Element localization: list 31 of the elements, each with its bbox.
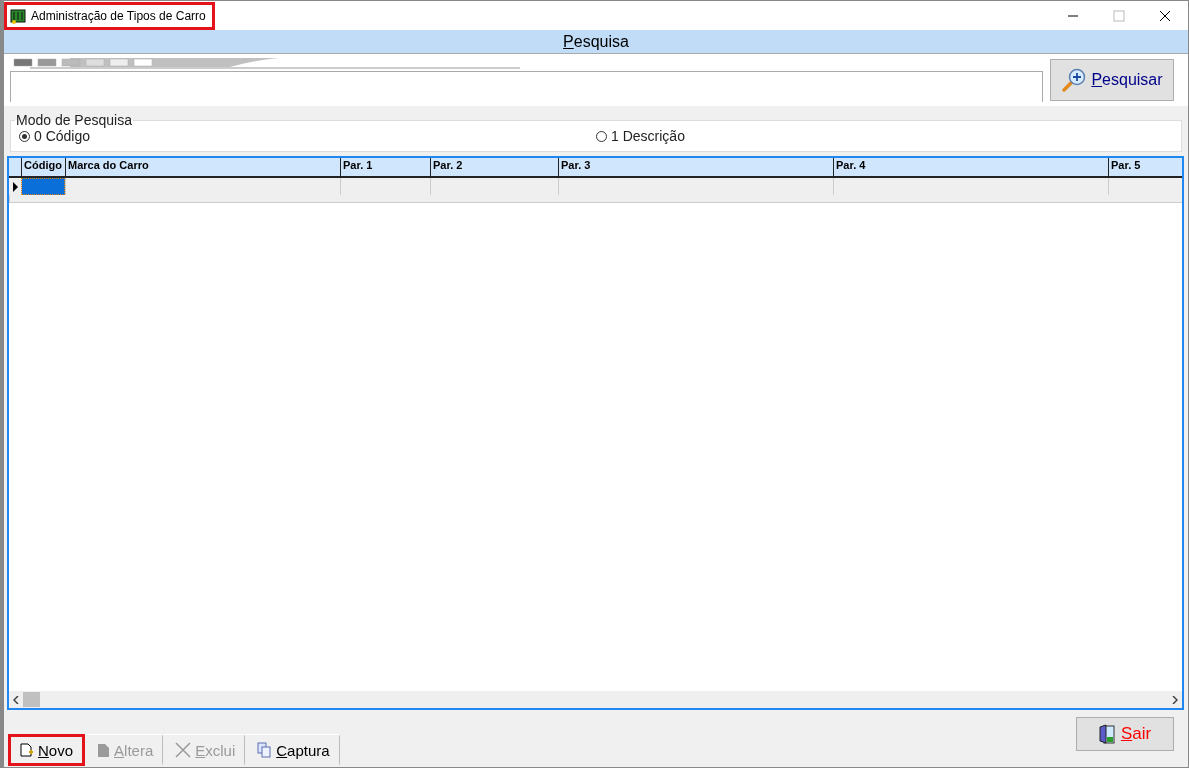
search-icon bbox=[1061, 67, 1088, 93]
radio-option[interactable]: 0 Código bbox=[19, 128, 596, 144]
radio-option[interactable]: 1 Descrição bbox=[596, 128, 1173, 144]
horizontal-scrollbar[interactable] bbox=[9, 691, 1182, 708]
column-header[interactable]: Par. 5 bbox=[1108, 158, 1182, 176]
toolbar-button[interactable]: Novo bbox=[8, 734, 86, 766]
document-icon bbox=[97, 742, 111, 758]
window-title: Administração de Tipos de Carro bbox=[31, 8, 206, 23]
selected-cell[interactable] bbox=[21, 178, 65, 195]
scrollbar-thumb[interactable] bbox=[23, 692, 40, 707]
group-legend: Modo de Pesquisa bbox=[15, 112, 133, 128]
chevron-left-icon bbox=[13, 695, 19, 704]
column-header[interactable]: Marca do Carro bbox=[65, 158, 340, 176]
new-document-icon bbox=[20, 742, 34, 758]
cross-icon bbox=[175, 742, 192, 758]
copy-icon bbox=[257, 742, 273, 758]
toolbar-button[interactable]: Captura bbox=[245, 734, 340, 766]
column-header[interactable]: Par. 1 bbox=[340, 158, 430, 176]
table-row[interactable] bbox=[9, 178, 1182, 203]
column-header[interactable]: Código bbox=[21, 158, 65, 176]
column-header[interactable]: Par. 3 bbox=[558, 158, 833, 176]
column-header[interactable]: Par. 2 bbox=[430, 158, 558, 176]
column-header[interactable]: Par. 4 bbox=[833, 158, 1108, 176]
door-icon bbox=[1098, 724, 1115, 744]
header-title: Pesquisa bbox=[563, 32, 629, 51]
maximize-icon bbox=[1113, 9, 1125, 22]
search-field[interactable] bbox=[10, 71, 1043, 102]
chevron-right-icon bbox=[1172, 695, 1178, 704]
close-icon bbox=[1159, 9, 1171, 22]
search-button[interactable]: Pesquisar bbox=[1050, 59, 1174, 101]
app-icon bbox=[10, 7, 26, 24]
